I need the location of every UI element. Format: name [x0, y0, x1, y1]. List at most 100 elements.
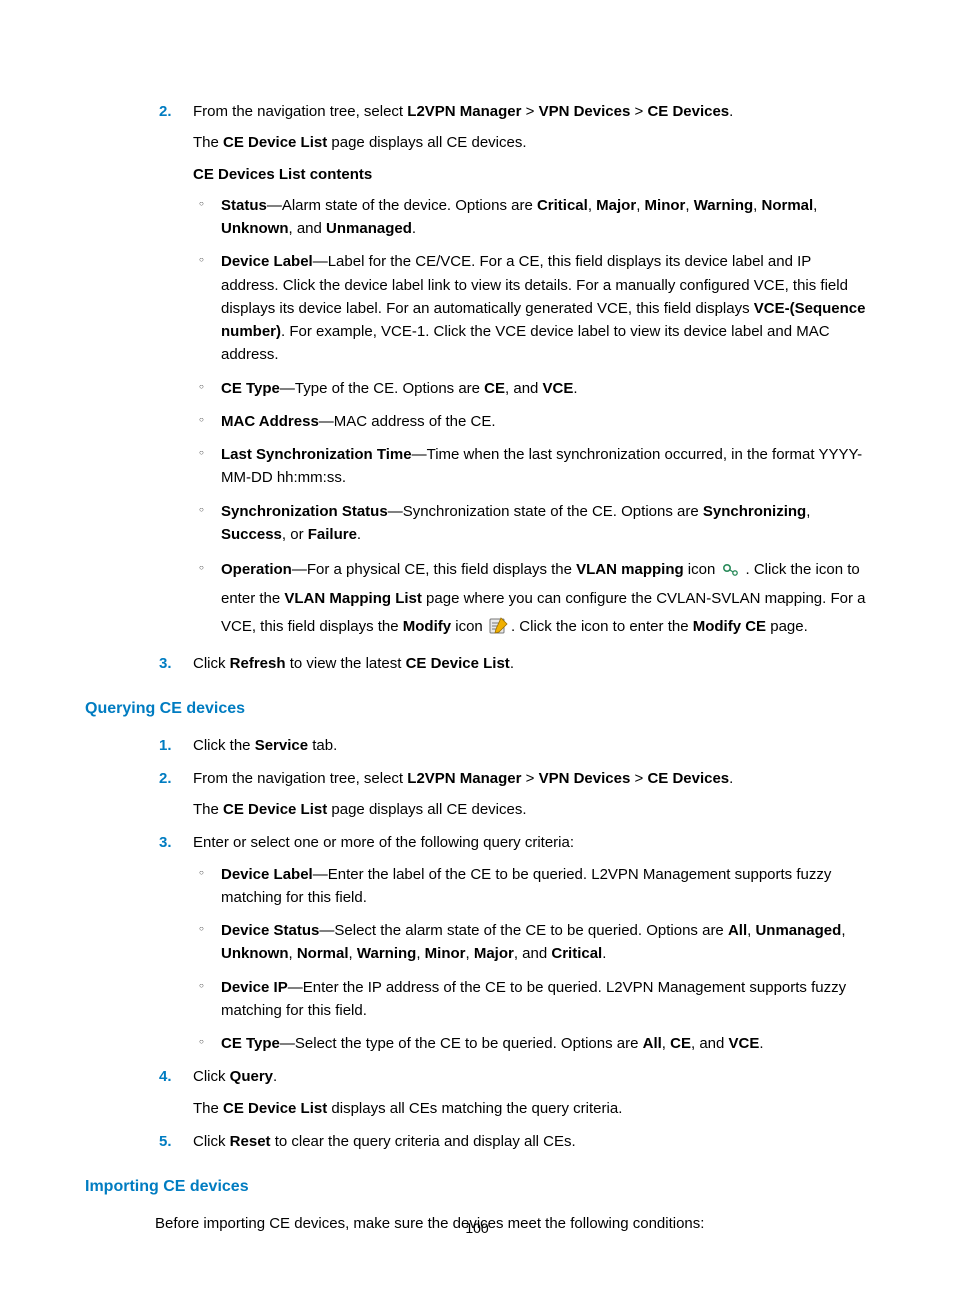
bold: Refresh [230, 655, 286, 672]
bold: Device Label [221, 253, 313, 270]
text: . [602, 945, 606, 962]
text: , [349, 945, 357, 962]
text: The [193, 1100, 223, 1117]
text: , and [514, 945, 552, 962]
list-item: Last Synchronization Time—Time when the … [193, 443, 869, 490]
bold: CE Type [221, 1035, 280, 1052]
list-item: Device Label—Label for the CE/VCE. For a… [193, 250, 869, 366]
text: Click the [193, 737, 255, 754]
step-text: From the navigation tree, select L2VPN M… [193, 100, 869, 123]
step-list-1: 2. From the navigation tree, select L2VP… [85, 100, 869, 675]
text: —Alarm state of the device. Options are [267, 197, 537, 214]
text: displays all CEs matching the query crit… [327, 1100, 622, 1117]
text: . [573, 380, 577, 397]
step-text: Click Reset to clear the query criteria … [193, 1130, 869, 1153]
text: From the navigation tree, select [193, 770, 407, 787]
text: —Enter the IP address of the CE to be qu… [221, 979, 846, 1019]
bold: Minor [645, 197, 686, 214]
bold: Unknown [221, 945, 289, 962]
text: From the navigation tree, select [193, 103, 407, 120]
heading-querying-ce-devices: Querying CE devices [85, 697, 869, 722]
text: Click [193, 1068, 230, 1085]
step-number: 3. [159, 831, 172, 854]
bold: Reset [230, 1133, 271, 1150]
list-item: Operation—For a physical CE, this field … [193, 556, 869, 642]
text: . [510, 655, 514, 672]
text: . [759, 1035, 763, 1052]
text: . Click the icon to enter the [511, 618, 693, 635]
bold: Operation [221, 561, 292, 578]
text: The [193, 134, 223, 151]
text: , [841, 922, 845, 939]
bold: Major [474, 945, 514, 962]
modify-icon [489, 616, 509, 634]
bold: CE Type [221, 380, 280, 397]
text: —MAC address of the CE. [319, 413, 496, 430]
bold: Status [221, 197, 267, 214]
bold: Service [255, 737, 308, 754]
bold: Minor [425, 945, 466, 962]
text: , [813, 197, 817, 214]
bold: VLAN mapping [576, 561, 684, 578]
bold: CE Device List [223, 801, 327, 818]
text: . For example, VCE-1. Click the VCE devi… [221, 323, 830, 363]
text: > [521, 770, 538, 787]
text: —For a physical CE, this field displays … [292, 561, 576, 578]
list-item: Device Status—Select the alarm state of … [193, 919, 869, 966]
text: , [806, 503, 810, 520]
text: —Enter the label of the CE to be queried… [221, 866, 831, 906]
list-item: Synchronization Status—Synchronization s… [193, 500, 869, 547]
text: Click [193, 1133, 230, 1150]
bold: Device Status [221, 922, 319, 939]
vlan-mapping-icon [722, 563, 744, 577]
step-3: 3. Enter or select one or more of the fo… [85, 831, 869, 1055]
bold: VCE [543, 380, 574, 397]
step-text: The CE Device List page displays all CE … [193, 798, 869, 821]
list-item: Status—Alarm state of the device. Option… [193, 194, 869, 241]
text: , and [505, 380, 543, 397]
step-number: 2. [159, 100, 172, 123]
bullet-list: Device Label—Enter the label of the CE t… [193, 863, 869, 1056]
bold: Synchronizing [703, 503, 806, 520]
step-text: The CE Device List displays all CEs matc… [193, 1097, 869, 1120]
bold: Unmanaged [755, 922, 841, 939]
page-number: 100 [0, 1218, 954, 1240]
bold: VCE [729, 1035, 760, 1052]
step-text: Click Query. [193, 1065, 869, 1088]
bullet-list: Status—Alarm state of the device. Option… [193, 194, 869, 642]
bold: All [728, 922, 747, 939]
bold: Normal [297, 945, 349, 962]
step-1: 1. Click the Service tab. [85, 734, 869, 757]
bold: CE [670, 1035, 691, 1052]
sublist-heading: CE Devices List contents [193, 163, 869, 186]
bold: MAC Address [221, 413, 319, 430]
bold: Warning [694, 197, 753, 214]
text: . [729, 770, 733, 787]
nav-item: VPN Devices [539, 103, 631, 120]
text: . [729, 103, 733, 120]
list-item: CE Type—Select the type of the CE to be … [193, 1032, 869, 1055]
text: page displays all CE devices. [327, 801, 526, 818]
bold: Normal [761, 197, 813, 214]
bold: Warning [357, 945, 416, 962]
step-2: 2. From the navigation tree, select L2VP… [85, 100, 869, 642]
step-text: From the navigation tree, select L2VPN M… [193, 767, 869, 790]
bold: Modify CE [693, 618, 766, 635]
text: . [357, 526, 361, 543]
step-3: 3. Click Refresh to view the latest CE D… [85, 652, 869, 675]
text: , or [282, 526, 308, 543]
text: Click [193, 655, 230, 672]
text: , [289, 945, 297, 962]
nav-item: VPN Devices [539, 770, 631, 787]
list-item: Device Label—Enter the label of the CE t… [193, 863, 869, 910]
step-number: 3. [159, 652, 172, 675]
step-number: 5. [159, 1130, 172, 1153]
bold: Unknown [221, 220, 289, 237]
bold: Synchronization Status [221, 503, 388, 520]
text: , and [289, 220, 327, 237]
text: , [662, 1035, 670, 1052]
bold: Critical [537, 197, 588, 214]
bold: Unmanaged [326, 220, 412, 237]
bold: CE Device List [406, 655, 510, 672]
text: tab. [308, 737, 337, 754]
